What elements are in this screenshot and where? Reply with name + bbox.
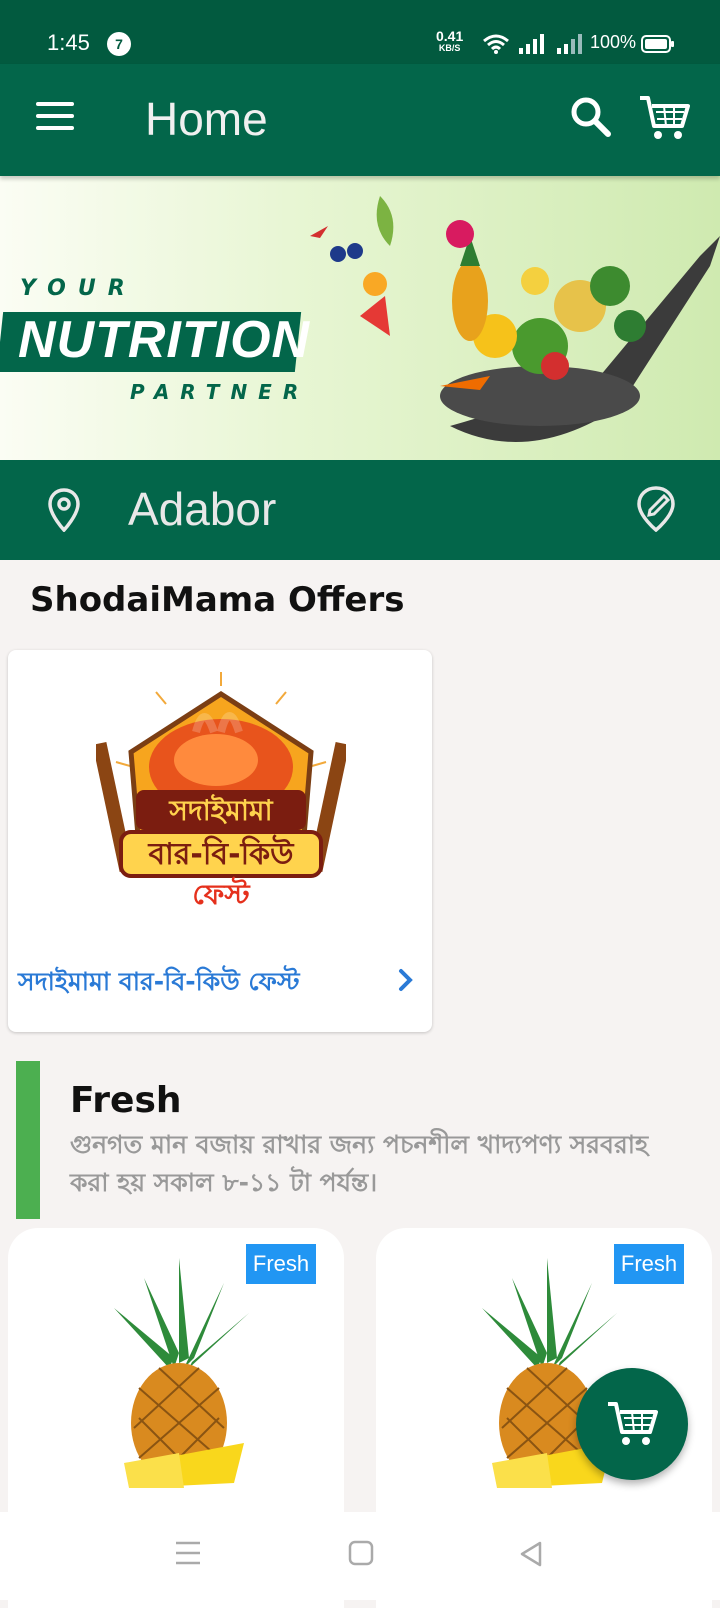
fresh-section-accent-bar xyxy=(16,1061,40,1219)
battery-icon xyxy=(641,35,674,53)
chevron-right-icon[interactable] xyxy=(398,968,414,992)
location-pin-icon xyxy=(48,488,80,532)
search-icon[interactable] xyxy=(570,96,612,138)
location-name: Adabor xyxy=(128,483,277,535)
page-title: Home xyxy=(145,93,268,145)
bbq-fest-logo: সদাইমামা বার-বি-কিউ ফেস্ট xyxy=(96,672,346,911)
banner-line-partner: PARTNER xyxy=(130,380,310,404)
fresh-section-description: গুনগত মান বজায় রাখার জন্য পচনশীল খাদ্যপ… xyxy=(70,1130,649,1197)
logo-text-line1: সদাইমামা xyxy=(168,794,273,827)
fresh-badge: Fresh xyxy=(246,1244,316,1284)
offer-card-bbq-fest[interactable]: সদাইমামা বার-বি-কিউ ফেস্ট সদাইমামা বার-ব… xyxy=(8,650,432,1032)
logo-text-line2: বার-বি-কিউ xyxy=(147,834,295,872)
banner-line-nutrition: NUTRITION xyxy=(18,311,311,369)
signal-icon xyxy=(519,34,544,54)
floating-cart-button[interactable] xyxy=(576,1368,688,1480)
cart-icon xyxy=(608,1402,658,1445)
fresh-badge: Fresh xyxy=(614,1244,684,1284)
app-bar: Home xyxy=(0,64,720,176)
signal-icon-sim2 xyxy=(557,34,582,54)
offers-section-title: ShodaiMama Offers xyxy=(30,580,405,620)
wifi-icon xyxy=(483,34,509,54)
status-bar: 1:45 7 0.41 KB/S 100% xyxy=(0,0,720,64)
menu-icon[interactable] xyxy=(36,102,76,136)
cart-icon[interactable] xyxy=(638,94,690,142)
back-icon[interactable] xyxy=(518,1540,544,1568)
fresh-section-title: Fresh xyxy=(70,1080,182,1121)
promo-banner[interactable]: YOUR NUTRITION PARTNER xyxy=(0,176,720,460)
edit-location-icon[interactable] xyxy=(636,486,676,532)
vegetables-bowl-illustration xyxy=(310,196,720,442)
battery-percent: 100% xyxy=(590,32,637,52)
network-speed: 0.41 KB/S xyxy=(436,29,463,54)
recent-apps-icon[interactable] xyxy=(174,1540,202,1566)
location-bar[interactable]: Adabor xyxy=(0,460,720,560)
pineapple-image xyxy=(114,1258,249,1488)
home-icon[interactable] xyxy=(348,1540,374,1566)
notification-count-badge: 7 xyxy=(107,32,131,56)
offer-name[interactable]: সদাইমামা বার-বি-কিউ ফেস্ট xyxy=(18,962,300,1005)
banner-line-your: YOUR xyxy=(20,276,137,301)
system-navigation-bar xyxy=(0,1512,720,1600)
network-speed-unit: KB/S xyxy=(438,43,461,53)
status-time: 1:45 xyxy=(47,30,90,55)
logo-text-line3: ফেস্ট xyxy=(192,876,251,911)
